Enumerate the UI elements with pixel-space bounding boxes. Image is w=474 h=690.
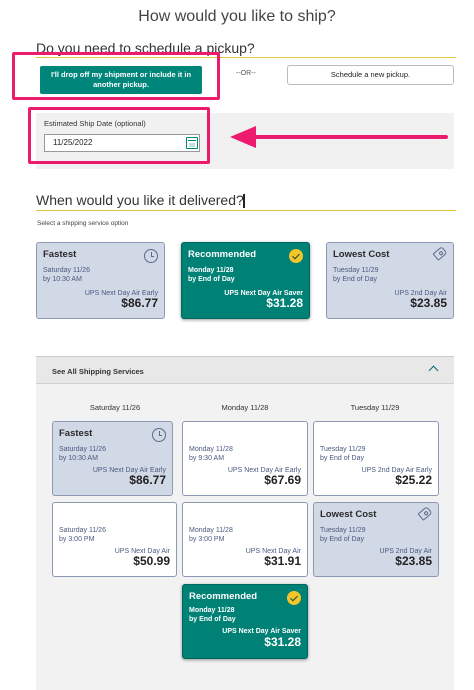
card-time: by 3:00 PM [189,536,225,543]
card-date: Monday 11/28 [189,527,233,534]
divider [36,210,456,211]
card-date: Monday 11/28 [189,607,235,614]
card-time: by End of Day [320,455,364,462]
arrow-annotation [230,126,448,148]
highlight-drop-off [12,52,220,100]
clock-icon [144,249,158,263]
service-card-lowest-cost[interactable]: Lowest Cost Tuesday 11/29 by End of Day … [326,242,454,319]
clock-icon [152,428,166,442]
service-card[interactable]: Monday 11/28 by 3:00 PM UPS Next Day Air… [182,502,308,577]
service-card[interactable]: Lowest Cost Tuesday 11/29 by End of Day … [313,502,439,577]
check-circle-icon [287,591,301,605]
service-card[interactable]: Fastest Saturday 11/26 by 10:30 AM UPS N… [52,421,173,496]
service-card[interactable]: Monday 11/28 by 9:30 AM UPS Next Day Air… [182,421,308,496]
tag-icon [417,506,433,521]
card-title: Recommended [188,249,257,260]
card-title: Fastest [59,428,93,439]
card-title: Recommended [189,591,258,602]
service-card-recommended[interactable]: Recommended Monday 11/28 by End of Day U… [181,242,310,319]
column-header-saturday: Saturday 11/26 [89,403,141,412]
card-date: Tuesday 11/29 [320,527,366,534]
card-title: Lowest Cost [320,509,377,520]
card-date: Saturday 11/26 [59,446,106,453]
service-card[interactable]: Tuesday 11/29 by End of Day UPS 2nd Day … [313,421,439,496]
tag-icon [432,246,448,261]
card-time: by End of Day [188,276,235,283]
service-card-recommended[interactable]: Recommended Monday 11/28 by End of Day U… [182,584,308,659]
card-date: Saturday 11/26 [43,267,90,274]
card-title: Fastest [43,249,77,260]
card-date: Monday 11/28 [188,267,234,274]
text-cursor [243,194,245,208]
card-price: $23.85 [395,554,432,568]
card-price: $86.77 [121,296,158,310]
column-header-monday: Monday 11/28 [221,403,269,412]
or-separator: --OR-- [236,70,256,77]
highlight-ship-date [28,107,210,164]
card-title: Lowest Cost [333,249,390,260]
card-time: by End of Day [189,616,236,623]
card-date: Saturday 11/26 [59,527,106,534]
card-time: by 3:00 PM [59,536,95,543]
card-price: $86.77 [129,473,166,487]
card-price: $31.91 [264,554,301,568]
card-price: $25.22 [395,473,432,487]
card-price: $31.28 [266,296,303,310]
service-card-fastest[interactable]: Fastest Saturday 11/26 by 10:30 AM UPS N… [36,242,165,319]
card-price: $31.28 [264,635,301,649]
service-card[interactable]: Saturday 11/26 by 3:00 PM UPS Next Day A… [52,502,177,577]
card-date: Tuesday 11/29 [320,446,366,453]
card-time: by 10:30 AM [43,276,82,283]
check-circle-icon [289,249,303,263]
card-date: Tuesday 11/29 [333,267,379,274]
card-price: $23.85 [410,296,447,310]
card-price: $67.69 [264,473,301,487]
all-services-title[interactable]: See All Shipping Services [52,367,144,376]
delivery-hint: Select a shipping service option [37,220,129,227]
card-time: by 10:30 AM [59,455,98,462]
card-time: by 9:30 AM [189,455,225,462]
delivery-question: When would you like it delivered? [36,192,244,208]
card-price: $50.99 [133,554,170,568]
column-header-tuesday: Tuesday 11/29 [350,403,400,412]
page-title: How would you like to ship? [138,8,336,25]
card-time: by End of Day [333,276,377,283]
card-time: by End of Day [320,536,364,543]
schedule-pickup-button[interactable]: Schedule a new pickup. [287,65,454,85]
card-date: Monday 11/28 [189,446,233,453]
